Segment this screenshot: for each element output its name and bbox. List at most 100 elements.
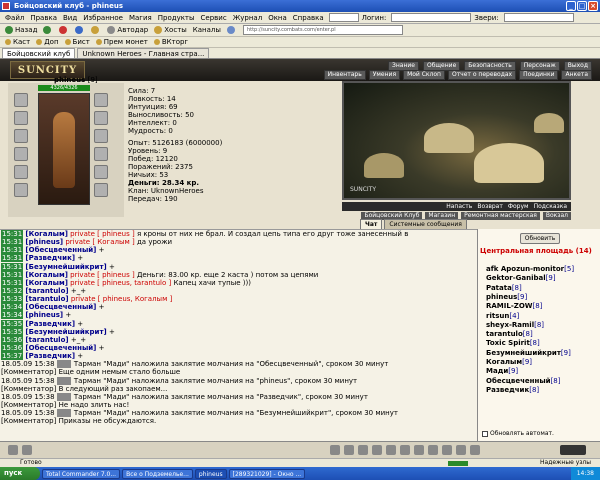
chat-author[interactable]: [Обесцвеченный] xyxy=(25,246,96,254)
chat-author[interactable]: [Разведчик] xyxy=(25,352,75,360)
nav-fights[interactable]: Поединки xyxy=(519,70,559,80)
auto-refresh-toggle[interactable]: Обновлять автомат. xyxy=(482,430,554,437)
ring-slot[interactable] xyxy=(14,183,28,197)
user-name[interactable]: Patata xyxy=(486,284,512,292)
earring-slot[interactable] xyxy=(94,93,108,107)
sword-icon[interactable] xyxy=(358,445,368,455)
letter-icon[interactable] xyxy=(456,445,466,455)
chat-private[interactable]: private [ Когалым ] xyxy=(65,238,134,246)
user-name[interactable]: Безумнейшийкрит xyxy=(486,349,561,357)
flag-icon[interactable] xyxy=(428,445,438,455)
menu-products[interactable]: Продукты xyxy=(155,14,198,22)
chat-time[interactable]: 15:31 xyxy=(1,262,24,271)
room-user[interactable]: Разведчик[8] xyxy=(486,386,539,394)
room-user[interactable]: ritsun[4] xyxy=(486,312,519,320)
menu-windows[interactable]: Окна xyxy=(265,14,290,22)
room-user[interactable]: Gektor-Ganibal[9] xyxy=(486,274,556,282)
room-user[interactable]: Patata[8] xyxy=(486,284,522,292)
menu-favorites[interactable]: Избранное xyxy=(80,14,126,22)
link-dop[interactable]: Доп xyxy=(33,38,61,46)
attack-link[interactable]: Напасть xyxy=(446,203,472,210)
user-name[interactable]: Мади xyxy=(486,367,508,375)
lock-icon[interactable] xyxy=(470,445,480,455)
room-user[interactable]: Обесцвеченный[8] xyxy=(486,377,560,385)
beasts-select[interactable] xyxy=(503,13,574,22)
task-dungeon[interactable]: Все о Подземелье... xyxy=(122,468,193,479)
user-name[interactable]: afk Apozun-monitor xyxy=(486,265,564,273)
room-user[interactable]: sheyx-Ramil[8] xyxy=(486,321,544,329)
menu-magic[interactable]: Магия xyxy=(126,14,155,22)
people-icon[interactable] xyxy=(372,445,382,455)
chat-author[interactable]: [Когалым] xyxy=(25,271,68,279)
forward-button[interactable] xyxy=(40,26,56,34)
user-name[interactable]: Когалым xyxy=(486,358,522,366)
menu-file[interactable]: Файл xyxy=(2,14,27,22)
task-total-commander[interactable]: Total Commander 7.0... xyxy=(42,468,121,479)
hands-icon[interactable] xyxy=(344,445,354,455)
run-icon[interactable] xyxy=(386,445,396,455)
refresh-button[interactable]: Обновить xyxy=(520,233,560,244)
chat-time[interactable]: 15:31 xyxy=(1,238,24,247)
link-bist[interactable]: Бист xyxy=(62,38,93,46)
channels-button[interactable]: Каналы xyxy=(190,26,224,34)
minimize-button[interactable]: _ xyxy=(566,1,576,11)
room-user[interactable]: RAMIL-ZOW[8] xyxy=(486,302,542,310)
tab-fight-club[interactable]: Бойцовский клуб xyxy=(2,48,76,58)
start-button[interactable]: пуск xyxy=(0,467,40,480)
room-user[interactable]: Когалым[9] xyxy=(486,358,532,366)
link-prem[interactable]: Прем монет xyxy=(93,38,151,46)
tab-unknown-heroes[interactable]: Unknown Heroes - Главная стра... xyxy=(77,48,210,58)
autoload-button[interactable]: Автодар xyxy=(104,26,151,34)
chat-author[interactable]: [tarantulo] xyxy=(25,295,68,303)
amulet-slot[interactable] xyxy=(14,111,28,125)
back-button[interactable]: Назад xyxy=(2,26,40,34)
user-name[interactable]: ritsun xyxy=(486,312,509,320)
user-name[interactable]: RAMIL-ZOW xyxy=(486,302,533,310)
chat-time[interactable]: 15:35 xyxy=(1,327,24,336)
return-link[interactable]: Возврат xyxy=(477,203,503,210)
chat-author[interactable]: [Безумнейшийкрит] xyxy=(25,263,106,271)
chat-private[interactable]: private [ phineus, Когалым ] xyxy=(71,295,173,303)
home-button[interactable] xyxy=(88,26,104,34)
chat-author[interactable]: [Разведчик] xyxy=(25,320,75,328)
chat-author[interactable]: [Разведчик] xyxy=(25,254,75,262)
chat-private[interactable]: private [ phineus ] xyxy=(70,271,135,279)
chat-author[interactable]: [tarantulo] xyxy=(25,336,68,344)
gear-icon[interactable] xyxy=(400,445,410,455)
chat-time[interactable]: 15:31 xyxy=(1,254,24,263)
repair-link[interactable]: Ремонтная мастерская xyxy=(461,211,540,220)
chat-time[interactable]: 15:32 xyxy=(1,286,24,295)
character-portrait[interactable] xyxy=(38,93,90,205)
address-bar[interactable]: http://suncity.combats.com/enter.pl xyxy=(242,25,403,35)
chat-author[interactable]: [phineus] xyxy=(25,238,63,246)
boots-slot[interactable] xyxy=(94,183,108,197)
chat-time[interactable]: 15:31 xyxy=(1,270,24,279)
chat-author[interactable]: [Обесцвеченный] xyxy=(25,303,96,311)
chat-author[interactable]: [Обесцвеченный] xyxy=(25,344,96,352)
task-phineus[interactable]: phineus xyxy=(194,468,227,479)
user-name[interactable]: phineus xyxy=(486,293,517,301)
user-name[interactable]: Gektor-Ganibal xyxy=(486,274,546,282)
menu-service[interactable]: Сервис xyxy=(198,14,230,22)
link-cast[interactable]: Каст xyxy=(2,38,33,46)
stop-button[interactable] xyxy=(56,26,72,34)
hosts-button[interactable]: Хосты xyxy=(151,26,190,34)
nav-storage[interactable]: Мой Склоп xyxy=(403,70,445,80)
nav-skills[interactable]: Умения xyxy=(368,70,401,80)
room-user[interactable]: Toxic Spirit[8] xyxy=(486,339,540,347)
chat-time[interactable]: 15:31 xyxy=(1,246,24,255)
chat-time[interactable]: 15:34 xyxy=(1,303,24,312)
refresh-button[interactable] xyxy=(72,26,88,34)
journal-button[interactable] xyxy=(224,26,240,34)
hint-link[interactable]: Подсказка xyxy=(534,203,567,210)
chat-log[interactable]: 15:31 [Когалым] private [ phineus ] я кр… xyxy=(0,229,477,441)
smile-icon[interactable] xyxy=(8,445,18,455)
user-name[interactable]: sheyx-Ramil xyxy=(486,321,534,329)
armor-slot[interactable] xyxy=(14,147,28,161)
chat-time[interactable]: 15:34 xyxy=(1,311,24,320)
menu-view[interactable]: Вид xyxy=(60,14,80,22)
character-name[interactable]: phineus [9] xyxy=(54,76,98,84)
chat-author[interactable]: [Когалым] xyxy=(25,230,68,238)
nav-inventory[interactable]: Инвентарь xyxy=(323,70,366,80)
toolbar-select[interactable] xyxy=(328,13,359,22)
